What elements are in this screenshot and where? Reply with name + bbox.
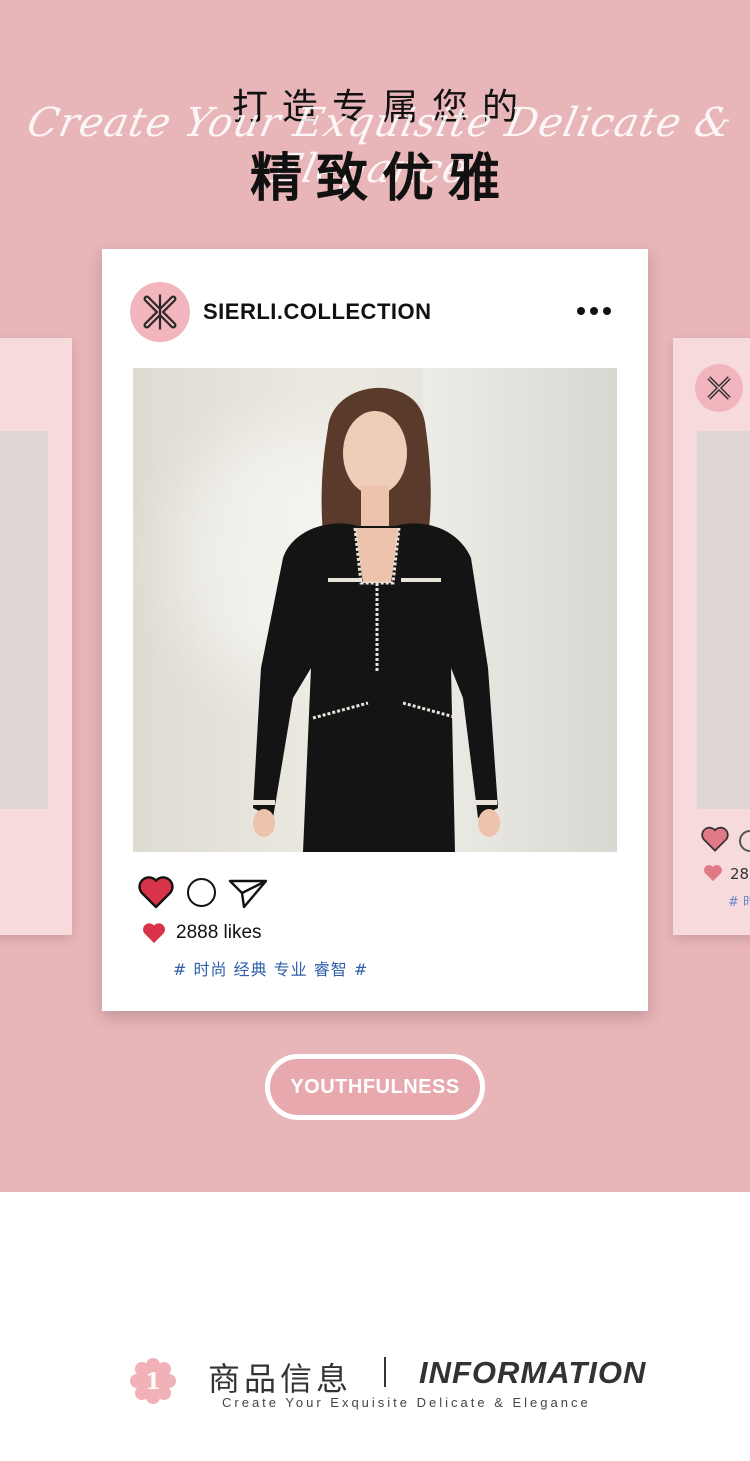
side-card-left[interactable] — [0, 338, 72, 935]
heart-icon — [143, 923, 165, 943]
likes-count: 2888 likes — [176, 922, 262, 943]
brand-logo-icon — [695, 364, 743, 412]
heart-icon — [704, 865, 722, 882]
post-photo — [133, 368, 617, 852]
side-card-right[interactable]: 2888 # 时 — [673, 338, 750, 935]
flower-number-icon: 1 — [130, 1358, 176, 1404]
comment-icon[interactable] — [187, 878, 216, 907]
heart-icon — [701, 826, 729, 852]
info-subtitle: Create Your Exquisite Delicate & Eleganc… — [222, 1395, 591, 1410]
info-title-cn: 商品信息 — [208, 1360, 353, 1398]
title-divider — [384, 1357, 386, 1387]
hero-section: 打造专属您的 Create Your Exquisite Delicate & … — [0, 0, 750, 1192]
side-card-right-image — [697, 431, 750, 809]
side-card-left-image — [0, 431, 48, 809]
hashtags: # 时 — [728, 895, 750, 910]
post-card: SIERLI.COLLECTION 2888 likes # 时尚 经典 专业 … — [102, 249, 648, 1011]
section-number: 1 — [145, 1369, 160, 1395]
post-username[interactable]: SIERLI.COLLECTION — [203, 299, 432, 325]
brand-logo-icon[interactable] — [130, 282, 190, 342]
heading-main: 精致优雅 — [249, 149, 514, 209]
youthfulness-badge: YOUTHFULNESS — [265, 1054, 485, 1120]
comment-icon — [739, 830, 750, 852]
info-title-en: INFORMATION — [419, 1355, 647, 1390]
more-dots-icon[interactable] — [577, 307, 611, 315]
likes-count: 2888 — [730, 865, 750, 883]
hashtags[interactable]: # 时尚 经典 专业 睿智 # — [173, 956, 368, 980]
send-icon[interactable] — [228, 877, 268, 909]
heart-icon[interactable] — [138, 875, 174, 909]
